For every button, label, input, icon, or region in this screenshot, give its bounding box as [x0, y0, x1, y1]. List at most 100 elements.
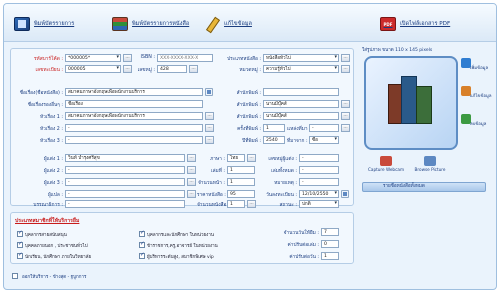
browse-picture-button[interactable]: Browse Picture: [410, 156, 450, 176]
lang-input[interactable]: ไทย: [227, 154, 245, 162]
translator-label: ผู้แปล :: [47, 193, 63, 198]
subject2-input[interactable]: -: [65, 124, 203, 132]
printing-input[interactable]: 1: [263, 124, 285, 132]
opt3-checkbox[interactable]: [17, 241, 23, 248]
place-more-button[interactable]: ...: [341, 112, 350, 120]
publisher-label: สำนักพิมพ์ :: [236, 103, 261, 108]
regno-select[interactable]: 000005: [65, 65, 121, 73]
service-checkbox[interactable]: [12, 273, 18, 279]
alt-title-input[interactable]: ชื่อเรื่อง: [65, 100, 203, 108]
capture-webcam-button[interactable]: Capture Webcam: [366, 156, 406, 176]
fine-day-input[interactable]: 1: [321, 252, 339, 260]
callno-input[interactable]: 428: [157, 65, 187, 73]
cover-image[interactable]: [364, 56, 458, 150]
printed-more-button[interactable]: ...: [341, 124, 350, 132]
fine-input[interactable]: 0: [321, 240, 339, 248]
author2-more-button[interactable]: ...: [187, 166, 196, 174]
edit-cover-button[interactable]: แก้ไขข้อมูล: [460, 84, 492, 108]
translator-more-button[interactable]: ...: [187, 190, 196, 198]
opt5-checkbox[interactable]: [17, 252, 23, 259]
stock-input[interactable]: 1: [227, 200, 245, 208]
editor-input[interactable]: -: [65, 200, 185, 208]
borrow-days-input[interactable]: 7: [321, 228, 339, 236]
cost-input[interactable]: 95: [227, 190, 255, 198]
group-more-button[interactable]: ...: [341, 65, 350, 73]
delete-data-button[interactable]: ลบข้อมูล: [460, 112, 492, 136]
member-types-panel: ประเภทสมาชิกที่ให้บริการยืม บุคลากรสายสน…: [10, 212, 354, 264]
book-form: รหัสบาร์โค้ด : *000005* ... ISBN : XXX-X…: [10, 48, 354, 208]
title-lookup-icon[interactable]: [205, 88, 213, 96]
callno-label: เลขหมู่ :: [137, 68, 155, 73]
title-input[interactable]: สมาคมภาษาอังกฤษเพื่อพนักงานบริการ: [65, 88, 203, 96]
publisher-more-button[interactable]: ...: [341, 100, 350, 108]
subject2-more-button[interactable]: ...: [205, 124, 214, 132]
year-input[interactable]: 2540: [263, 136, 285, 144]
footer: ออกให้บริการ - ข้างสุด - ฐบูกการ: [10, 270, 354, 284]
author3-more-button[interactable]: ...: [187, 178, 196, 186]
subject1-more-button[interactable]: ...: [205, 112, 214, 120]
stock-more-button[interactable]: ...: [247, 200, 256, 208]
cover-panel: ใส่รูปภาพ ขนาด 110 x 145 pixels เพิ่มข้อ…: [358, 44, 494, 240]
copy-label: หมายเหตุ :: [274, 181, 297, 186]
app-window: พิมพ์บัตรรายการ พิมพ์บัตรรายการหนังสือ แ…: [3, 3, 497, 290]
price-label: เลขหมู่ผู้แต่ง :: [268, 157, 297, 162]
category-select[interactable]: หนังสือทั่วไป: [263, 54, 339, 62]
capture-row: Capture Webcam Browse Picture: [366, 156, 456, 176]
subject1-input[interactable]: สมาคมภาษาอังกฤษเพื่อพนักงานบริการ: [65, 112, 203, 120]
category-more-button[interactable]: ...: [341, 54, 350, 62]
lang-label: ภาษา :: [210, 157, 225, 162]
printed-input[interactable]: -: [309, 124, 339, 132]
author1-more-button[interactable]: ...: [187, 154, 196, 162]
volume-label: เล่มที่ :: [210, 169, 225, 174]
editor-label: บรรณาธิการ :: [33, 203, 63, 208]
place-input[interactable]: นานมีบุ๊คส์: [263, 112, 339, 120]
opt4-checkbox[interactable]: [139, 241, 145, 248]
add-data-button[interactable]: เพิ่มข้อมูล: [460, 56, 492, 80]
opt6-checkbox[interactable]: [139, 252, 145, 259]
open-pdf-button[interactable]: PDF เปิดไฟล์เอกสาร PDF: [380, 12, 450, 36]
translator-input[interactable]: -: [65, 190, 185, 198]
lang-more-button[interactable]: ...: [247, 154, 256, 162]
callno-more-button[interactable]: ...: [189, 65, 198, 73]
browse-picture-label: Browse Picture: [414, 167, 446, 172]
copies-input[interactable]: -: [299, 166, 339, 174]
year-label: ปีที่พิมพ์ :: [242, 139, 261, 144]
copy-input[interactable]: -: [299, 178, 339, 186]
source-label: ที่มาจาก :: [287, 139, 308, 144]
calendar-icon[interactable]: [341, 190, 349, 198]
source-select[interactable]: ซื้อ: [309, 136, 339, 144]
edit-data-button[interactable]: แก้ไขข้อมูล: [204, 12, 252, 36]
edit-data-label: แก้ไขข้อมูล: [224, 21, 252, 27]
subject3-more-button[interactable]: ...: [205, 136, 214, 144]
pages-input[interactable]: 1: [227, 178, 255, 186]
barcode-more-button[interactable]: ...: [123, 54, 132, 62]
publisher-input[interactable]: นานมีบุ๊คส์: [263, 100, 339, 108]
opt2-checkbox[interactable]: [139, 230, 145, 237]
service-label: ออกให้บริการ - ข้างสุด - ฐบูกการ: [22, 275, 87, 280]
book-icon: [14, 17, 30, 31]
status-select[interactable]: ปกติ: [299, 200, 339, 208]
edition-input[interactable]: [263, 88, 339, 96]
webcam-icon: [380, 156, 392, 166]
isbn-label: ISBN :: [140, 55, 155, 60]
print-catalog-button[interactable]: พิมพ์บัตรรายการหนังสือ: [112, 12, 189, 36]
barcode-select[interactable]: *000005*: [65, 54, 121, 62]
opt1-checkbox[interactable]: [17, 230, 23, 237]
author2-input[interactable]: -: [65, 166, 185, 174]
date-picker[interactable]: 12/10/2550: [299, 190, 339, 198]
group-select[interactable]: ความรู้ทั่วไป: [263, 65, 339, 73]
author3-input[interactable]: -: [65, 178, 185, 186]
borrow-days-label: จำนวนวันให้ยืม :: [283, 231, 319, 236]
cost-label: ราคาหนังสือ :: [197, 193, 226, 198]
print-card-button[interactable]: พิมพ์บัตรรายการ: [14, 12, 74, 36]
isbn-input[interactable]: XXX-XXXX-XXX-X: [157, 54, 213, 62]
author1-input[interactable]: วินท์ บำรุงศรีสุข: [65, 154, 185, 162]
regno-more-button[interactable]: ...: [123, 65, 132, 73]
opt4-label: ข้าราชการ,ครู,อาจารย์ ในหน่วยงาน: [147, 244, 218, 249]
volume-input[interactable]: 1: [227, 166, 255, 174]
pages-label: จำนวนหน้า :: [197, 181, 225, 186]
price-input[interactable]: -: [299, 154, 339, 162]
subject1-label: หัวเรื่อง 1 :: [39, 115, 63, 120]
all-books-button[interactable]: รายชื่อหนังสือทั้งหมด: [362, 182, 486, 192]
subject3-input[interactable]: -: [65, 136, 203, 144]
